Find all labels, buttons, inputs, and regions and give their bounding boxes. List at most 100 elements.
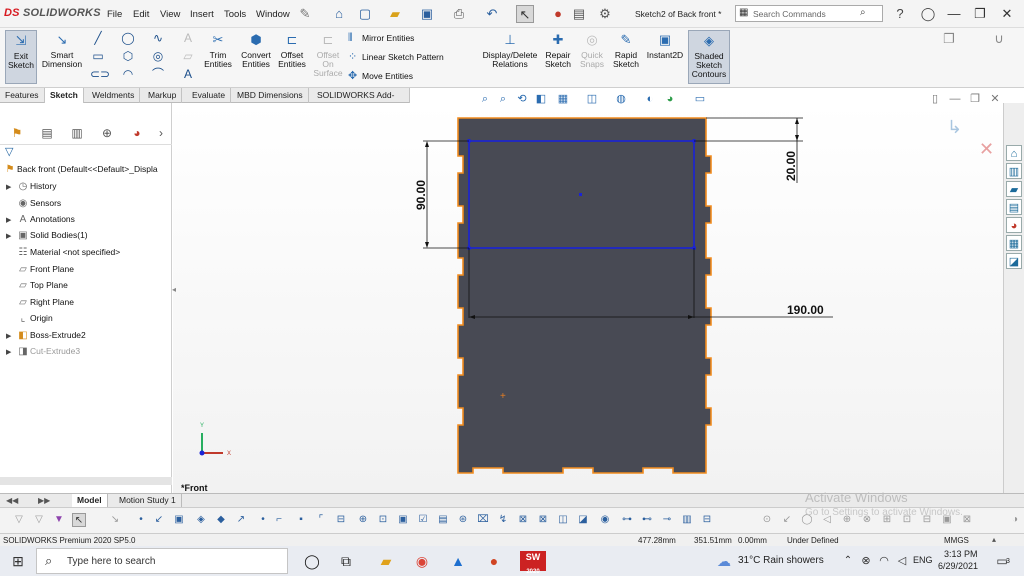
filter-midpoints-icon[interactable]: ▪: [294, 513, 308, 527]
tree-item-top-plane[interactable]: ▱ Top Plane: [6, 277, 68, 293]
home-icon[interactable]: ⌂: [330, 5, 348, 23]
filter-all-icon[interactable]: ▼: [52, 513, 66, 527]
filter-weld-icon[interactable]: ▤: [436, 513, 450, 527]
network-icon[interactable]: ⊗: [856, 551, 876, 571]
restore-icon[interactable]: ❐: [971, 5, 989, 23]
tab-mbd-dimensions[interactable]: MBD Dimensions: [232, 88, 309, 103]
search-scope-icon[interactable]: ▦: [739, 7, 748, 18]
rapid-sketch-button[interactable]: ✎ Rapid Sketch: [610, 30, 642, 84]
filter-blocks-icon[interactable]: ⊠: [516, 513, 530, 527]
tab-sketch[interactable]: Sketch: [45, 88, 84, 103]
filter-extra-icon[interactable]: ⊙: [760, 513, 774, 527]
menu-insert[interactable]: Insert: [190, 9, 214, 20]
smart-dimension-button[interactable]: ↘ Smart Dimension: [40, 30, 84, 84]
filter-toggle-icon[interactable]: ▽: [12, 513, 26, 527]
tree-item-solid-bodies[interactable]: ▶ ▣ Solid Bodies(1): [6, 227, 88, 243]
dimension-offset[interactable]: 20.00: [784, 151, 798, 181]
filter-faces-icon[interactable]: ↙: [152, 513, 166, 527]
taskbar-search-box[interactable]: ⌕ Type here to search: [36, 548, 288, 574]
clock-date[interactable]: 6/29/2021: [938, 561, 978, 571]
options-gear-icon[interactable]: ⚙: [596, 5, 614, 23]
view-palette-icon[interactable]: ▤: [1006, 199, 1022, 215]
open-folder-icon[interactable]: ▰: [386, 5, 404, 23]
convert-entities-button[interactable]: ⬢ Convert Entities: [238, 30, 274, 84]
menu-view[interactable]: View: [160, 9, 180, 20]
tree-item-front-plane[interactable]: ▱ Front Plane: [6, 261, 74, 277]
search-icon[interactable]: ⌕: [860, 7, 866, 18]
show-hidden-icons-icon[interactable]: ⌃: [838, 551, 858, 571]
panel-layout-icon[interactable]: ❐: [940, 30, 958, 48]
filter-vertices-icon[interactable]: ↘: [108, 513, 122, 527]
save-icon[interactable]: ▣: [418, 5, 436, 23]
custom-properties-icon[interactable]: ▦: [1006, 235, 1022, 251]
plane-icon[interactable]: ▱: [180, 48, 196, 64]
filter-dimensions-icon[interactable]: ⊕: [356, 513, 370, 527]
exit-sketch-button[interactable]: ⇲ Exit Sketch: [5, 30, 37, 84]
linear-sketch-pattern-button[interactable]: ⁘ Linear Sketch Pattern: [348, 49, 444, 65]
offset-on-surface-button[interactable]: ⊏ Offset On Surface: [312, 30, 344, 84]
menu-file[interactable]: File: [107, 9, 122, 20]
menu-edit[interactable]: Edit: [133, 9, 149, 20]
tab-features[interactable]: Features: [0, 88, 45, 103]
rectangle-icon[interactable]: ▭: [90, 48, 106, 64]
tree-item-annotations[interactable]: ▶ A Annotations: [6, 211, 75, 227]
windows-start-icon[interactable]: ⊞: [8, 551, 28, 571]
tree-root-part[interactable]: ⚑ Back front (Default<<Default>_Displa: [3, 161, 158, 177]
filter-solid-bodies-icon[interactable]: ◈: [194, 513, 208, 527]
tree-item-history[interactable]: ▶ ◷ History: [6, 178, 56, 194]
traffic-light-icon[interactable]: ●: [549, 5, 567, 23]
search-input[interactable]: Search Commands: [753, 9, 826, 19]
filter-lock-icon[interactable]: ⊟: [700, 513, 714, 527]
fillet-icon[interactable]: ⌒: [150, 66, 166, 82]
filter-datum-icon[interactable]: ⊛: [456, 513, 470, 527]
ellipse-icon[interactable]: ◎: [150, 48, 166, 64]
spline-icon[interactable]: ∿: [150, 30, 166, 46]
sketch-text-icon[interactable]: A: [180, 30, 196, 46]
design-library-icon[interactable]: ▥: [1006, 163, 1022, 179]
filter-mid-surface-icon[interactable]: ◉: [598, 513, 612, 527]
tab-scroll-right-icon[interactable]: ▶▶: [38, 496, 50, 505]
trim-entities-button[interactable]: ✂ Trim Entities: [203, 30, 233, 84]
filter-extra-icon[interactable]: ↙: [780, 513, 794, 527]
chrome-icon[interactable]: ◉: [412, 551, 432, 571]
filter-connection-points-icon[interactable]: ◫: [556, 513, 570, 527]
tab-scroll-left-icon[interactable]: ◀◀: [6, 496, 18, 505]
slot-icon[interactable]: ⊂⊃: [90, 66, 110, 82]
status-bar-menu-icon[interactable]: ▴: [992, 535, 996, 544]
file-properties-icon[interactable]: ▤: [570, 5, 588, 23]
panel-splitter-handle[interactable]: ◂: [172, 285, 176, 294]
filter-surface-finish-icon[interactable]: ⊡: [376, 513, 390, 527]
select-arrow-icon[interactable]: ↖: [516, 5, 534, 23]
display-delete-relations-button[interactable]: ⊥ Display/Delete Relations: [480, 30, 540, 84]
mirror-entities-button[interactable]: ⫴ Mirror Entities: [348, 30, 414, 46]
search-commands-box[interactable]: ▦ Search Commands ⌕: [735, 5, 883, 22]
filter-notes-icon[interactable]: ☑: [416, 513, 430, 527]
tree-item-cut-extrude3[interactable]: ▶ ◨ Cut-Extrude3: [6, 343, 80, 359]
filter-icon[interactable]: ▽: [5, 145, 13, 158]
filter-center-marks-icon[interactable]: ⌜: [314, 513, 328, 527]
undo-icon[interactable]: ↶: [483, 5, 501, 23]
filter-sketch-segments-icon[interactable]: ⌐: [272, 513, 286, 527]
display-manager-tab-icon[interactable]: ◕: [128, 124, 146, 142]
filter-welds-icon[interactable]: ⊶: [620, 513, 634, 527]
clock-time[interactable]: 3:13 PM: [944, 549, 978, 559]
tab-weldments[interactable]: Weldments: [87, 88, 141, 103]
polygon-icon[interactable]: ⬡: [120, 48, 136, 64]
task-view-icon[interactable]: ⧉: [336, 551, 356, 571]
filter-routing-points-icon[interactable]: ◪: [576, 513, 590, 527]
filter-clear-icon[interactable]: ▽: [32, 513, 46, 527]
cortana-icon[interactable]: ◯: [302, 551, 322, 571]
user-icon[interactable]: ◯: [919, 5, 937, 23]
line-icon[interactable]: ╱: [90, 30, 106, 46]
filter-weld-beads-icon[interactable]: ⊷: [640, 513, 654, 527]
property-manager-tab-icon[interactable]: ▤: [38, 124, 56, 142]
filter-cosmetic-thread-icon[interactable]: ↯: [496, 513, 510, 527]
sketch-canvas[interactable]: 90.00 20.00 190.00 + Y X *Front ↳ ✕: [173, 103, 1003, 493]
dimxpert-tab-icon[interactable]: ⊕: [98, 124, 116, 142]
text-icon[interactable]: A: [180, 66, 196, 82]
tree-item-right-plane[interactable]: ▱ Right Plane: [6, 294, 74, 310]
taskbar-search-input[interactable]: Type here to search: [67, 556, 155, 567]
move-entities-button[interactable]: ✥ Move Entities: [348, 68, 413, 84]
select-tool-icon[interactable]: ↖: [72, 513, 86, 527]
offset-entities-button[interactable]: ⊏ Offset Entities: [276, 30, 308, 84]
